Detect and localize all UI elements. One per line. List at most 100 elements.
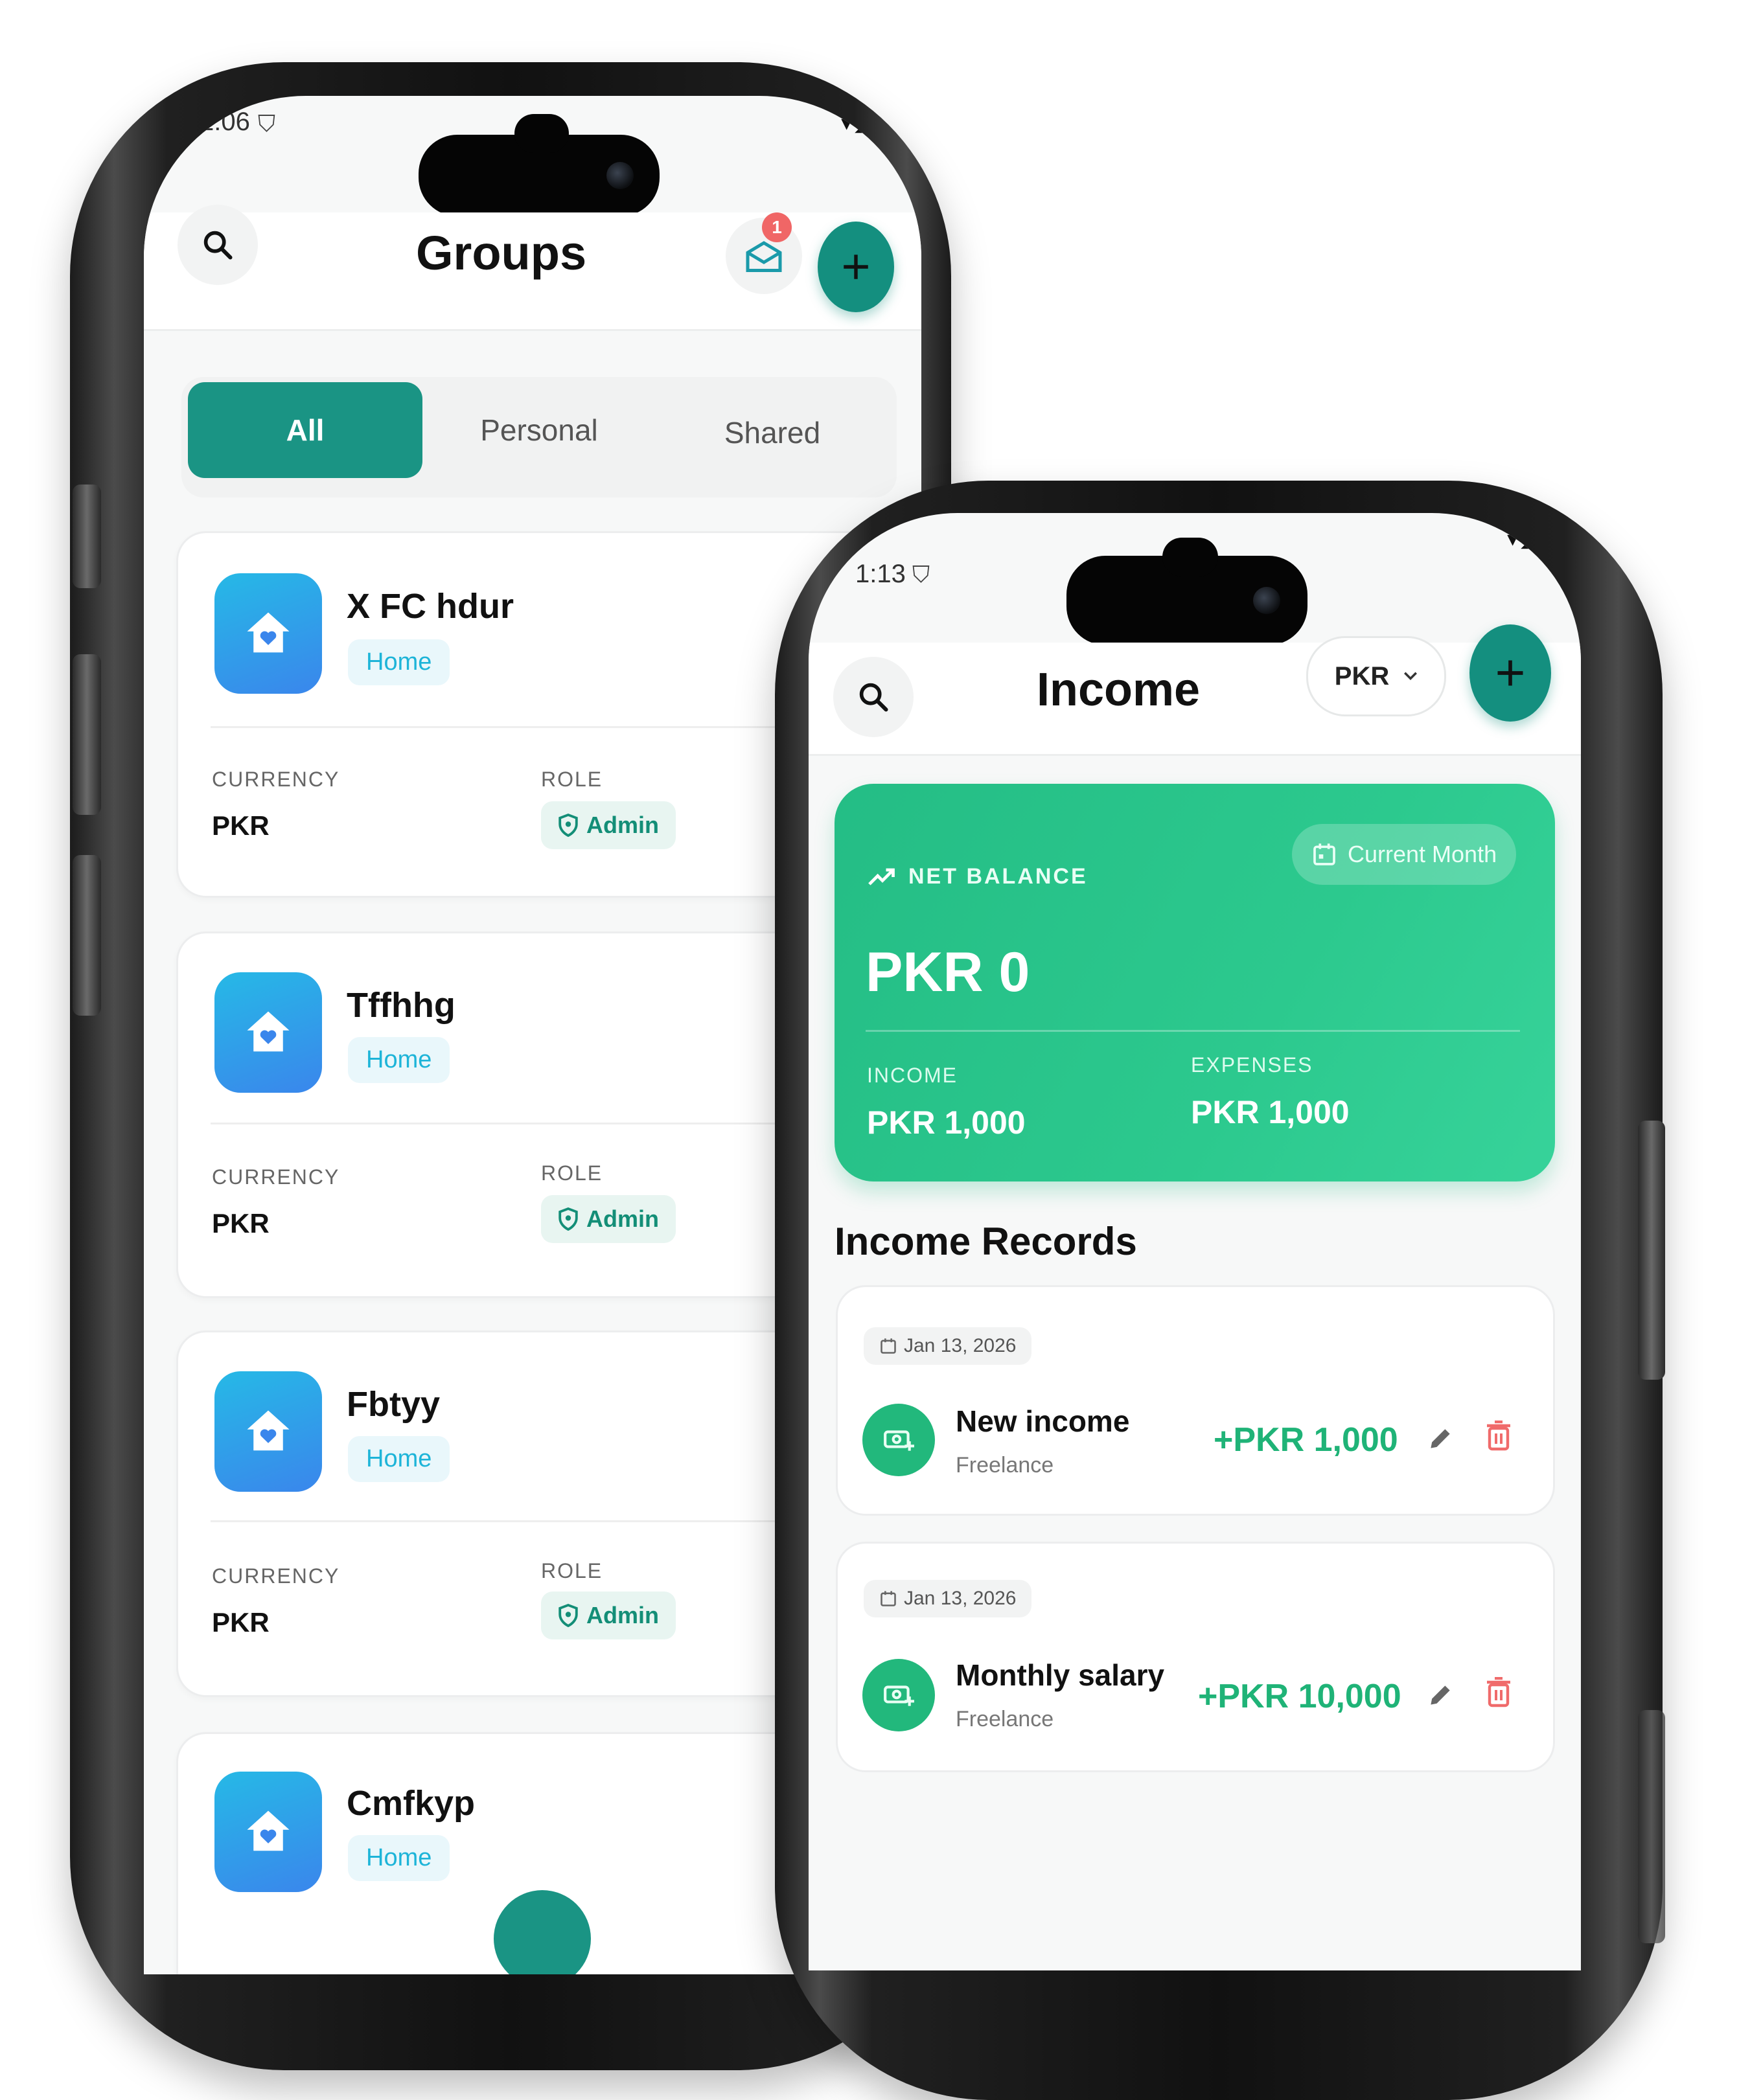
income-screen: 1:13 ⛉ ▾◢▮ Income PKR NET BALANCE Curren…	[809, 513, 1581, 1970]
currency-value: PKR	[212, 810, 270, 841]
role-label: ROLE	[541, 1559, 603, 1582]
role-badge: Admin	[541, 801, 676, 849]
record-title: Monthly salary	[956, 1658, 1165, 1692]
net-balance-card: NET BALANCE Current Month PKR 0 INCOME P…	[835, 784, 1555, 1181]
role-value: Admin	[586, 812, 659, 838]
search-icon	[203, 231, 233, 260]
currency-label: CURRENCY	[212, 1165, 340, 1189]
expenses-label: EXPENSES	[1191, 1053, 1313, 1077]
home-heart-icon	[247, 1011, 290, 1052]
role-label: ROLE	[541, 768, 603, 791]
pencil-icon	[1431, 1429, 1450, 1448]
shield-user-icon	[559, 1207, 578, 1231]
currency-value: PKR	[212, 1208, 270, 1238]
plus-icon	[844, 255, 868, 279]
tab-shared[interactable]: Shared	[656, 385, 889, 481]
role-badge: Admin	[541, 1592, 676, 1639]
vpn-icon: ⛉	[912, 561, 930, 588]
group-name: X FC hdur	[347, 587, 514, 626]
currency-label: CURRENCY	[212, 1564, 340, 1588]
trending-up-icon	[868, 868, 895, 885]
period-filter-button[interactable]: Current Month	[1292, 824, 1517, 885]
trash-icon	[1487, 1677, 1510, 1707]
expenses-total: PKR 1,000	[1191, 1094, 1350, 1130]
search-button[interactable]	[833, 657, 914, 737]
role-badge: Admin	[541, 1195, 676, 1243]
currency-select[interactable]: PKR	[1306, 636, 1446, 716]
income-label: INCOME	[867, 1064, 958, 1087]
shield-user-icon	[559, 814, 578, 837]
group-type-badge: Home	[348, 1436, 450, 1482]
group-type-badge: Home	[348, 1835, 450, 1881]
income-record[interactable]: Jan 13, 2026 Monthly salary Freelance +P…	[836, 1542, 1555, 1772]
silent-button	[73, 855, 101, 1016]
status-time: 1:13	[855, 560, 906, 588]
role-value: Admin	[586, 1602, 659, 1628]
volume-down-button	[73, 654, 101, 815]
volume-up-button	[73, 485, 101, 588]
group-name: Tffhhg	[347, 986, 455, 1025]
currency-select-value: PKR	[1334, 661, 1390, 690]
role-value: Admin	[586, 1205, 659, 1232]
chevron-down-icon	[1404, 672, 1418, 680]
trash-icon	[1487, 1421, 1510, 1451]
record-date: Jan 13, 2026	[864, 1580, 1032, 1617]
add-group-button[interactable]	[818, 222, 894, 312]
net-balance-amount: PKR 0	[866, 941, 1030, 1003]
record-amount: +PKR 1,000	[1214, 1421, 1398, 1459]
mail-open-icon	[746, 241, 782, 272]
notification-badge: 1	[762, 212, 792, 242]
signal-wifi-battery-icons: ▾◢▮	[841, 111, 889, 135]
cash-add-icon	[884, 1430, 914, 1451]
group-icon	[214, 573, 322, 694]
power-button	[1638, 1121, 1665, 1380]
home-heart-icon	[247, 1410, 290, 1451]
status-time: 1:06	[200, 108, 250, 136]
record-icon	[862, 1659, 935, 1731]
edit-button[interactable]	[1421, 1419, 1460, 1458]
page-title: Groups	[416, 226, 587, 280]
island-notch	[1162, 538, 1218, 576]
plus-icon	[1497, 660, 1523, 686]
income-total: PKR 1,000	[867, 1104, 1026, 1141]
edit-button[interactable]	[1421, 1676, 1460, 1715]
delete-button[interactable]	[1479, 1415, 1518, 1457]
group-icon	[214, 1772, 322, 1892]
record-date-value: Jan 13, 2026	[904, 1588, 1017, 1609]
income-records-title: Income Records	[835, 1220, 1137, 1263]
tab-personal[interactable]: Personal	[422, 382, 656, 478]
add-income-button[interactable]	[1469, 624, 1551, 722]
vpn-icon: ⛉	[258, 110, 276, 137]
calendar-icon	[881, 1338, 896, 1354]
group-icon	[214, 972, 322, 1093]
group-type-badge: Home	[348, 639, 450, 685]
page-title: Income	[1037, 664, 1201, 716]
income-record[interactable]: Jan 13, 2026 New income Freelance +PKR 1…	[836, 1285, 1555, 1516]
currency-label: CURRENCY	[212, 768, 340, 791]
calendar-icon	[881, 1591, 896, 1606]
invitations-button[interactable]: 1	[726, 212, 802, 294]
island-notch	[514, 114, 569, 153]
period-label: Current Month	[1348, 841, 1497, 867]
record-category: Freelance	[956, 1707, 1054, 1731]
role-label: ROLE	[541, 1161, 603, 1185]
signal-wifi-battery-icons: ▾◢▮	[1507, 527, 1555, 551]
home-heart-icon	[247, 1810, 290, 1851]
search-icon	[859, 683, 888, 712]
front-camera-icon	[1253, 587, 1280, 614]
group-name: Cmfkyp	[347, 1784, 476, 1823]
record-icon	[862, 1404, 935, 1476]
calendar-icon	[1313, 843, 1335, 865]
currency-value: PKR	[212, 1607, 270, 1638]
group-icon	[214, 1371, 322, 1492]
search-button[interactable]	[178, 205, 258, 285]
home-heart-icon	[247, 612, 290, 653]
cash-add-icon	[884, 1685, 914, 1706]
balance-divider	[866, 1030, 1520, 1032]
side-rail	[1638, 1710, 1665, 1943]
shield-user-icon	[559, 1604, 578, 1627]
pencil-icon	[1431, 1685, 1450, 1705]
delete-button[interactable]	[1479, 1672, 1518, 1713]
group-type-badge: Home	[348, 1037, 450, 1083]
tab-all[interactable]: All	[188, 382, 422, 478]
